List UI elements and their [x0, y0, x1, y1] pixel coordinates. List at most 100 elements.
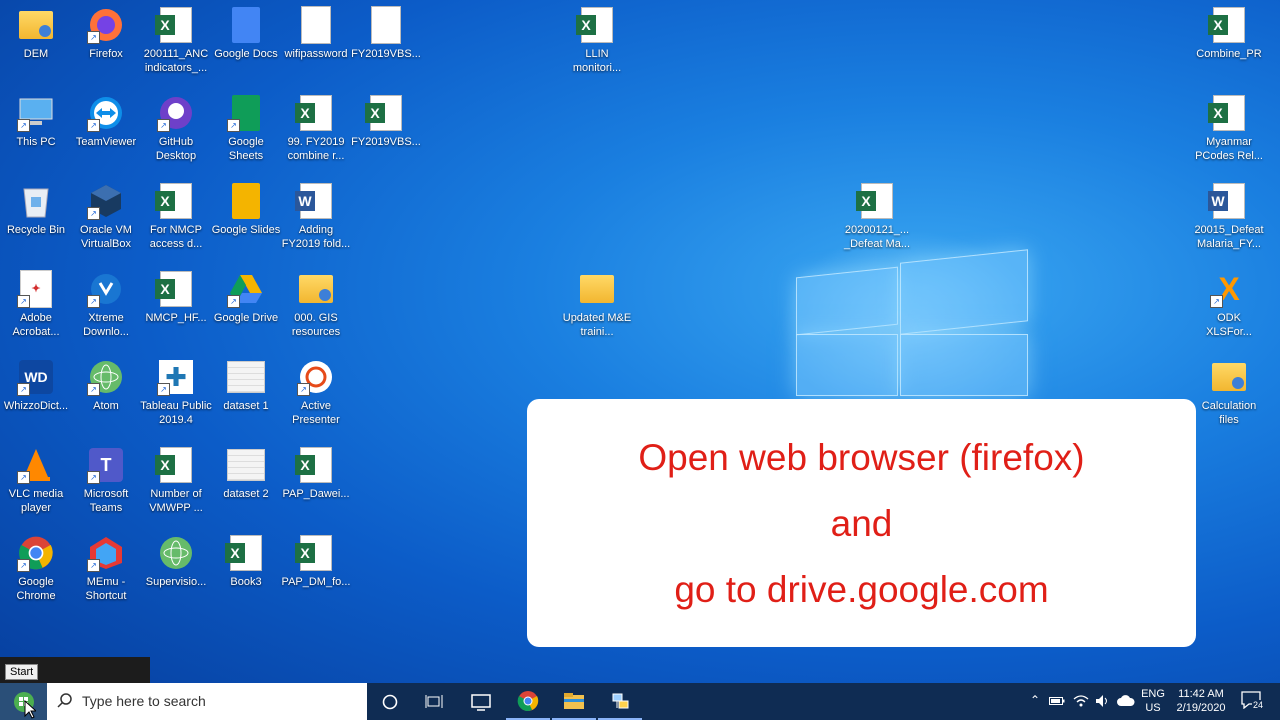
desktop-icon-label: DEM [23, 48, 49, 60]
desktop-icon-label: Recycle Bin [6, 224, 66, 236]
desktop-icon[interactable]: X LLIN monitori... [561, 0, 633, 75]
system-tray: ⌃ ENG US 11:42 AM 2/19/2020 24 [1025, 683, 1280, 720]
text-file-icon [297, 6, 335, 44]
desktop-icon[interactable]: Calculation files [1193, 352, 1265, 427]
start-tooltip: Start [5, 664, 39, 680]
desktop-icon[interactable]: ↗ VLC media player [0, 440, 72, 515]
desktop-icon[interactable]: ↗ TeamViewer [70, 88, 142, 149]
excel-icon: X [576, 6, 616, 44]
file-icon [367, 6, 405, 44]
desktop-icon[interactable]: X Book3 [210, 528, 282, 589]
instruction-line-2: and [830, 503, 893, 544]
show-hidden-icons-chevron-icon[interactable]: ⌃ [1030, 693, 1040, 707]
desktop-icon[interactable]: ↗ Google Chrome [0, 528, 72, 603]
desktop-icon[interactable]: X Number of VMWPP ... [140, 440, 212, 515]
desktop-icon[interactable]: X NMCP_HF... [140, 264, 212, 325]
desktop-icon-label: 99. FY2019 combine r... [287, 136, 345, 162]
desktop-icon[interactable]: dataset 1 [210, 352, 282, 413]
clock-time: 11:42 AM [1178, 688, 1224, 700]
desktop-icon-label: ODK XLSFor... [1206, 312, 1252, 338]
desktop-icon[interactable]: X PAP_DM_fo... [280, 528, 352, 589]
desktop-icon-label: 200111_ANC indicators_... [143, 48, 209, 74]
desktop-icon[interactable]: 000. GIS resources [280, 264, 352, 339]
spreadsheet-thumb-icon [227, 446, 265, 484]
desktop-icon[interactable]: X 200111_ANC indicators_... [140, 0, 212, 75]
shortcut-arrow-icon: ↗ [227, 119, 240, 132]
chrome-icon [517, 690, 539, 711]
action-center-button[interactable]: 24 [1239, 689, 1265, 715]
desktop-icon[interactable]: Updated M&E traini... [561, 264, 633, 339]
shortcut-arrow-icon: ↗ [17, 471, 30, 484]
instruction-line-3: go to drive.google.com [674, 569, 1049, 610]
taskbar-network-app-button[interactable] [598, 683, 642, 720]
odk-icon: X ↗ [1210, 270, 1248, 308]
virtualbox-icon: ↗ [87, 182, 125, 220]
shortcut-arrow-icon: ↗ [87, 207, 100, 220]
folder-user-icon [1210, 358, 1248, 396]
desktop-icon[interactable]: ↗ Firefox [70, 0, 142, 61]
desktop-icon[interactable]: W 20015_Defeat Malaria_FY... [1193, 176, 1265, 251]
desktop-icon[interactable]: ↗ Atom [70, 352, 142, 413]
desktop-icon[interactable]: T ↗ Microsoft Teams [70, 440, 142, 515]
desktop-icon[interactable]: X Myanmar PCodes Rel... [1193, 88, 1265, 163]
task-view-button[interactable] [414, 683, 454, 720]
desktop-icon-label: Adding FY2019 fold... [281, 224, 351, 250]
desktop-icon-label: Active Presenter [292, 400, 340, 426]
desktop-icon[interactable]: X 20200121_... _Defeat Ma... [841, 176, 913, 251]
desktop-icon[interactable]: X Combine_PR [1193, 0, 1265, 61]
cortana-icon [382, 694, 398, 709]
desktop-icon[interactable]: Supervisio... [140, 528, 212, 589]
desktop-icon[interactable]: W Adding FY2019 fold... [280, 176, 352, 251]
desktop-icon[interactable]: ↗ Oracle VM VirtualBox [70, 176, 142, 251]
desktop-icon[interactable]: FY2019VBS... [350, 0, 422, 61]
desktop-icon[interactable]: wifipassword [280, 0, 352, 61]
taskbar-chrome-button[interactable] [506, 683, 550, 720]
desktop-icon[interactable]: X PAP_Dawei... [280, 440, 352, 501]
shortcut-arrow-icon: ↗ [87, 31, 100, 44]
desktop-icon[interactable]: X ↗ ODK XLSFor... [1193, 264, 1265, 339]
desktop-icon-label: PAP_Dawei... [282, 488, 350, 500]
desktop-icon-label: This PC [16, 136, 56, 148]
excel-icon: X [1208, 6, 1248, 44]
desktop-icon[interactable]: dataset 2 [210, 440, 282, 501]
battery-icon[interactable] [1049, 696, 1065, 706]
excel-icon: X [155, 6, 195, 44]
connect-button[interactable] [460, 683, 504, 720]
folder-user-icon [17, 6, 55, 44]
desktop-icon-label: Number of VMWPP ... [149, 488, 203, 514]
desktop-icon[interactable]: ↗ Active Presenter [280, 352, 352, 427]
input-language-indicator[interactable]: ENG US [1140, 687, 1166, 715]
desktop-icon[interactable]: Google Docs [210, 0, 282, 61]
desktop-icon[interactable]: ↗ This PC [0, 88, 72, 149]
desktop-icon[interactable]: X 99. FY2019 combine r... [280, 88, 352, 163]
desktop-icon[interactable]: X FY2019VBS... [350, 88, 422, 149]
desktop-icon[interactable]: ✦ ↗ Adobe Acrobat... [0, 264, 72, 339]
excel-icon: X [155, 182, 195, 220]
desktop-icon[interactable]: ↗ Xtreme Downlo... [70, 264, 142, 339]
desktop-icon-label: TeamViewer [75, 136, 137, 148]
clock[interactable]: 11:42 AM 2/19/2020 [1170, 687, 1232, 715]
desktop-icon-label: Google Drive [213, 312, 279, 324]
shortcut-arrow-icon: ↗ [297, 383, 310, 396]
taskbar-file-explorer-button[interactable] [552, 683, 596, 720]
desktop-icon-label: Book3 [230, 576, 262, 588]
taskbar-search-box[interactable]: Type here to search [47, 683, 367, 720]
desktop-icon[interactable]: Google Slides [210, 176, 282, 237]
cortana-button[interactable] [370, 683, 410, 720]
task-view-icon [425, 694, 443, 708]
desktop-icon[interactable]: ↗ Google Sheets [210, 88, 282, 163]
wifi-icon[interactable] [1073, 694, 1089, 708]
mouse-cursor-icon [24, 700, 36, 719]
onedrive-cloud-icon[interactable] [1117, 695, 1135, 707]
volume-icon[interactable] [1095, 694, 1111, 708]
desktop-icon[interactable]: DEM [0, 0, 72, 61]
desktop-icon-label: Google Sheets [228, 136, 264, 162]
desktop-icon[interactable]: ✚ ↗ Tableau Public 2019.4 [140, 352, 212, 427]
desktop-icon[interactable]: ↗ GitHub Desktop [140, 88, 212, 163]
desktop-icon[interactable]: Recycle Bin [0, 176, 72, 237]
desktop-icon-label: Adobe Acrobat... [12, 312, 60, 338]
desktop-icon[interactable]: ↗ Google Drive [210, 264, 282, 325]
desktop-icon[interactable]: X For NMCP access d... [140, 176, 212, 251]
desktop-icon[interactable]: ↗ MEmu - Shortcut [70, 528, 142, 603]
desktop-icon[interactable]: WD ↗ WhizzoDict... [0, 352, 72, 413]
